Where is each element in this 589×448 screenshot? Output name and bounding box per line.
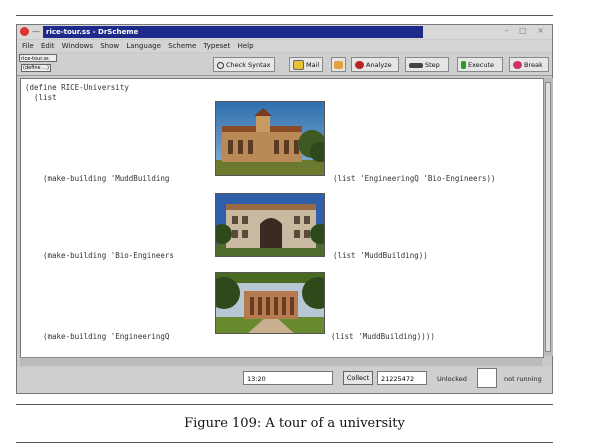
horizontal-scrollbar[interactable] xyxy=(20,357,542,366)
step-button[interactable]: Step xyxy=(405,57,449,72)
engineering-quad-image xyxy=(216,273,324,333)
engineering-quad-photo xyxy=(215,272,325,334)
running-status: not running xyxy=(504,375,542,383)
break-label: Break xyxy=(524,61,543,69)
menu-edit[interactable]: Edit xyxy=(41,42,55,50)
menu-file[interactable]: File xyxy=(22,42,34,50)
app-logo-icon xyxy=(20,27,29,36)
analyze-icon xyxy=(355,61,364,69)
step-label: Step xyxy=(425,61,440,69)
toolbar: rice-tour.ss (define ...) Check Syntax M… xyxy=(17,53,552,76)
mail-label: Mail xyxy=(306,61,320,69)
top-rule xyxy=(16,15,553,16)
code-define-line: (define RICE-University xyxy=(25,83,129,92)
check-syntax-button[interactable]: Check Syntax xyxy=(213,57,275,72)
break-button[interactable]: Break xyxy=(509,57,549,72)
menu-bar: File Edit Windows Show Language Scheme T… xyxy=(17,40,552,52)
definitions-editor[interactable]: (define RICE-University (list (make-buil… xyxy=(20,78,544,358)
code-row3-right: (list 'MuddBuilding)))) xyxy=(331,332,435,341)
mail-icon xyxy=(293,60,304,70)
code-list-line: (list xyxy=(25,93,57,102)
lock-toggle[interactable] xyxy=(477,368,497,388)
menu-typeset[interactable]: Typeset xyxy=(204,42,231,50)
clock-field: 13:20 xyxy=(243,371,333,385)
menu-help[interactable]: Help xyxy=(238,42,254,50)
break-icon xyxy=(513,61,522,69)
lock-status: Unlocked xyxy=(437,375,467,383)
middle-rule xyxy=(16,404,553,405)
title-bar[interactable]: — rice-tour.ss - DrScheme – □ × xyxy=(17,25,552,39)
menu-language[interactable]: Language xyxy=(126,42,161,50)
vertical-scroll-thumb[interactable] xyxy=(545,82,551,352)
menu-show[interactable]: Show xyxy=(100,42,119,50)
file-icon xyxy=(334,61,343,69)
execute-arrow-icon xyxy=(461,61,466,69)
drscheme-window: — rice-tour.ss - DrScheme – □ × File Edi… xyxy=(16,24,553,394)
status-bar: 13:20 Collect 21225472 Unlocked not runn… xyxy=(17,367,552,393)
code-row2-left: (make-building 'Bio-Engineers xyxy=(43,251,174,260)
execute-label: Execute xyxy=(468,61,494,69)
collect-button[interactable]: Collect xyxy=(343,371,373,385)
window-controls-icon[interactable]: – □ × xyxy=(505,26,548,35)
vertical-scrollbar[interactable] xyxy=(543,78,553,356)
mail-button[interactable]: Mail xyxy=(289,57,323,72)
mudd-building-photo xyxy=(215,101,325,176)
window-menu-icon[interactable]: — xyxy=(32,27,40,36)
window-title: rice-tour.ss - DrScheme xyxy=(43,26,423,38)
mudd-building-image xyxy=(216,102,324,175)
check-syntax-label: Check Syntax xyxy=(226,61,271,69)
code-row1-right: (list 'EngineeringQ 'Bio-Engineers)) xyxy=(333,174,496,183)
code-row3-left: (make-building 'EngineeringQ xyxy=(43,332,170,341)
bottom-rule xyxy=(16,442,553,443)
execute-button[interactable]: Execute xyxy=(457,57,503,72)
code-row2-right: (list 'MuddBuilding)) xyxy=(333,251,428,260)
magnifier-icon xyxy=(217,61,224,69)
step-icon xyxy=(409,62,423,68)
menu-windows[interactable]: Windows xyxy=(62,42,93,50)
file-button[interactable] xyxy=(331,57,346,72)
analyze-label: Analyze xyxy=(366,61,392,69)
bio-engineers-image xyxy=(216,194,324,256)
code-row1-left: (make-building 'MuddBuilding xyxy=(43,174,170,183)
analyze-button[interactable]: Analyze xyxy=(351,57,399,72)
figure-caption: Figure 109: A tour of a university xyxy=(184,416,405,431)
filename-button[interactable]: rice-tour.ss xyxy=(19,54,57,62)
memory-field: 21225472 xyxy=(377,371,427,385)
define-menu-button[interactable]: (define ...) xyxy=(21,64,51,72)
bio-engineers-photo xyxy=(215,193,325,257)
menu-scheme[interactable]: Scheme xyxy=(168,42,196,50)
